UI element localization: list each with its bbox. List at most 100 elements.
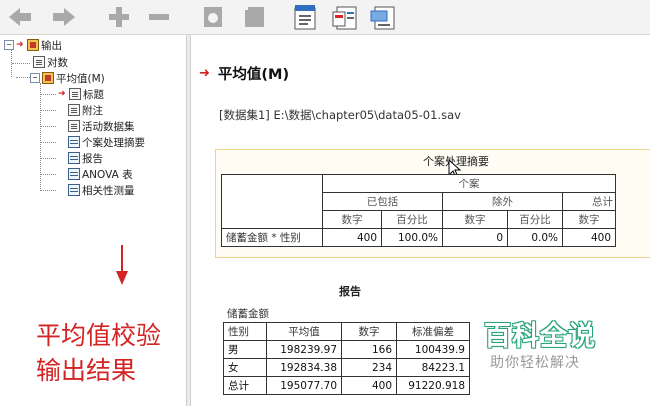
table-icon [68, 168, 80, 180]
table-icon [68, 136, 80, 148]
report-variable: 储蓄金额 [227, 308, 269, 320]
table-cell: 166 [341, 340, 397, 359]
tree-node-log[interactable]: 对数 [33, 55, 68, 69]
tree-connector [41, 190, 56, 191]
red-arrow-icon: ➜ [58, 89, 66, 99]
tree-node-label: 活动数据集 [82, 120, 135, 133]
column-header: 性别 [223, 322, 267, 341]
subgroup-header: 已包括 [322, 192, 443, 211]
dataset-doc-icon [68, 120, 80, 132]
insert-heading-button[interactable] [290, 4, 320, 30]
tree-node-label: 输出 [41, 39, 62, 52]
table-cell: 198239.97 [266, 340, 342, 359]
log-icon [33, 56, 45, 68]
tree-node-anova[interactable]: ANOVA 表 [68, 167, 133, 181]
column-header: 数字 [562, 210, 616, 229]
table-cell: 91220.918 [396, 376, 470, 395]
tree-node-title[interactable]: ➜ 标题 [58, 87, 104, 101]
report-title: 报告 [339, 285, 361, 298]
insert-heading-icon [294, 5, 316, 30]
heading-text: 平均值(M) [217, 67, 290, 83]
table-row: 女 192834.38 234 84223.1 [223, 358, 470, 377]
table-cell: 100439.9 [396, 340, 470, 359]
collapse-button[interactable] [146, 4, 172, 30]
annotation-line: 输出结果 [36, 356, 137, 385]
annotation-line: 平均值校验 [36, 321, 162, 350]
output-book-icon [27, 39, 39, 51]
insert-text-button[interactable] [368, 4, 398, 30]
tree-node-case-summary[interactable]: 个案处理摘要 [68, 135, 145, 149]
output-heading: ➜ 平均值(M) [199, 63, 289, 84]
watermark: 百科全说 助你轻松解决 [476, 308, 650, 388]
means-book-icon [42, 72, 54, 84]
red-arrow-icon: ➜ [16, 40, 24, 50]
tree-node-label: 个案处理摘要 [82, 136, 145, 149]
tree-connector [41, 142, 56, 143]
column-header: 百分比 [507, 210, 563, 229]
row-label: 储蓄金额 * 性别 [221, 228, 323, 247]
tree-node-label: 对数 [47, 56, 68, 69]
tree-node-label: 报告 [82, 152, 103, 165]
insert-title-icon [332, 6, 357, 30]
tree-node-label: 附注 [82, 104, 103, 117]
tree-connector [41, 94, 56, 95]
table-icon [68, 184, 80, 196]
column-header: 标准偏差 [396, 322, 470, 341]
table-row: 总计 195077.70 400 91220.918 [223, 376, 470, 395]
table-cell: 100.0% [381, 228, 443, 247]
title-doc-icon [69, 88, 81, 100]
back-arrow-icon [9, 8, 31, 26]
tree-node-label: 标题 [83, 88, 104, 101]
tree-connector [41, 110, 56, 111]
table-cell: 400 [562, 228, 616, 247]
document-show-icon [204, 7, 222, 27]
show-button[interactable] [200, 4, 226, 30]
tree-node-means[interactable]: − 平均值(M) [30, 71, 105, 85]
insert-title-button[interactable] [330, 4, 360, 30]
toolbar [0, 0, 650, 35]
tree-node-output[interactable]: − ➜ 输出 [4, 38, 62, 52]
tree-connector [41, 158, 56, 159]
collapse-toggle-icon[interactable]: − [30, 73, 40, 83]
table-cell: 195077.70 [266, 376, 342, 395]
report-table[interactable]: 性别 平均值 数字 标准偏差 男 198239.97 166 100439.9 … [223, 322, 470, 395]
tree-connector [16, 77, 30, 78]
column-header: 平均值 [266, 322, 342, 341]
table-cell: 0.0% [507, 228, 563, 247]
dataset-path: [数据集1] E:\数据\chapter05\data05-01.sav [219, 108, 461, 122]
tree-node-active-dataset[interactable]: 活动数据集 [68, 119, 135, 133]
collapse-toggle-icon[interactable]: − [4, 40, 14, 50]
back-arrow-button[interactable] [6, 4, 34, 30]
hide-button[interactable] [242, 4, 268, 30]
tree-node-notes[interactable]: 附注 [68, 103, 103, 117]
table-cell: 192834.38 [266, 358, 342, 377]
table-cell: 234 [341, 358, 397, 377]
document-hide-icon [245, 7, 264, 27]
annotation-note: 平均值校验 输出结果 [36, 318, 161, 388]
table-cell: 400 [341, 376, 397, 395]
tree-connector [41, 174, 56, 175]
tree-node-report[interactable]: 报告 [68, 151, 103, 165]
forward-arrow-button[interactable] [50, 4, 78, 30]
table-row: 男 198239.97 166 100439.9 [223, 340, 470, 359]
subgroup-header: 除外 [442, 192, 563, 211]
table-cell: 总计 [223, 376, 267, 395]
table-cell: 400 [322, 228, 382, 247]
insert-text-icon [370, 6, 395, 30]
table-cell: 男 [223, 340, 267, 359]
case-summary-table[interactable]: 个案 已包括 除外 总计 数字 百分比 数字 百分比 数字 储蓄金额 * 性别 … [221, 174, 616, 247]
red-arrow-icon: ➜ [199, 66, 210, 81]
column-header: 数字 [341, 322, 397, 341]
expand-button[interactable] [106, 4, 132, 30]
column-header: 百分比 [381, 210, 443, 229]
tree-node-label: 平均值(M) [56, 72, 105, 85]
watermark-logo-text: 百科全说 [484, 321, 596, 352]
tree-connector [41, 126, 56, 127]
tree-node-label: ANOVA 表 [82, 168, 133, 181]
tree-connector [12, 63, 30, 64]
corner-cell [221, 174, 323, 229]
forward-arrow-icon [53, 8, 75, 26]
table-cell: 84223.1 [396, 358, 470, 377]
down-arrow-annotation-icon [116, 245, 128, 285]
tree-node-measures-of-association[interactable]: 相关性测量 [68, 183, 135, 197]
